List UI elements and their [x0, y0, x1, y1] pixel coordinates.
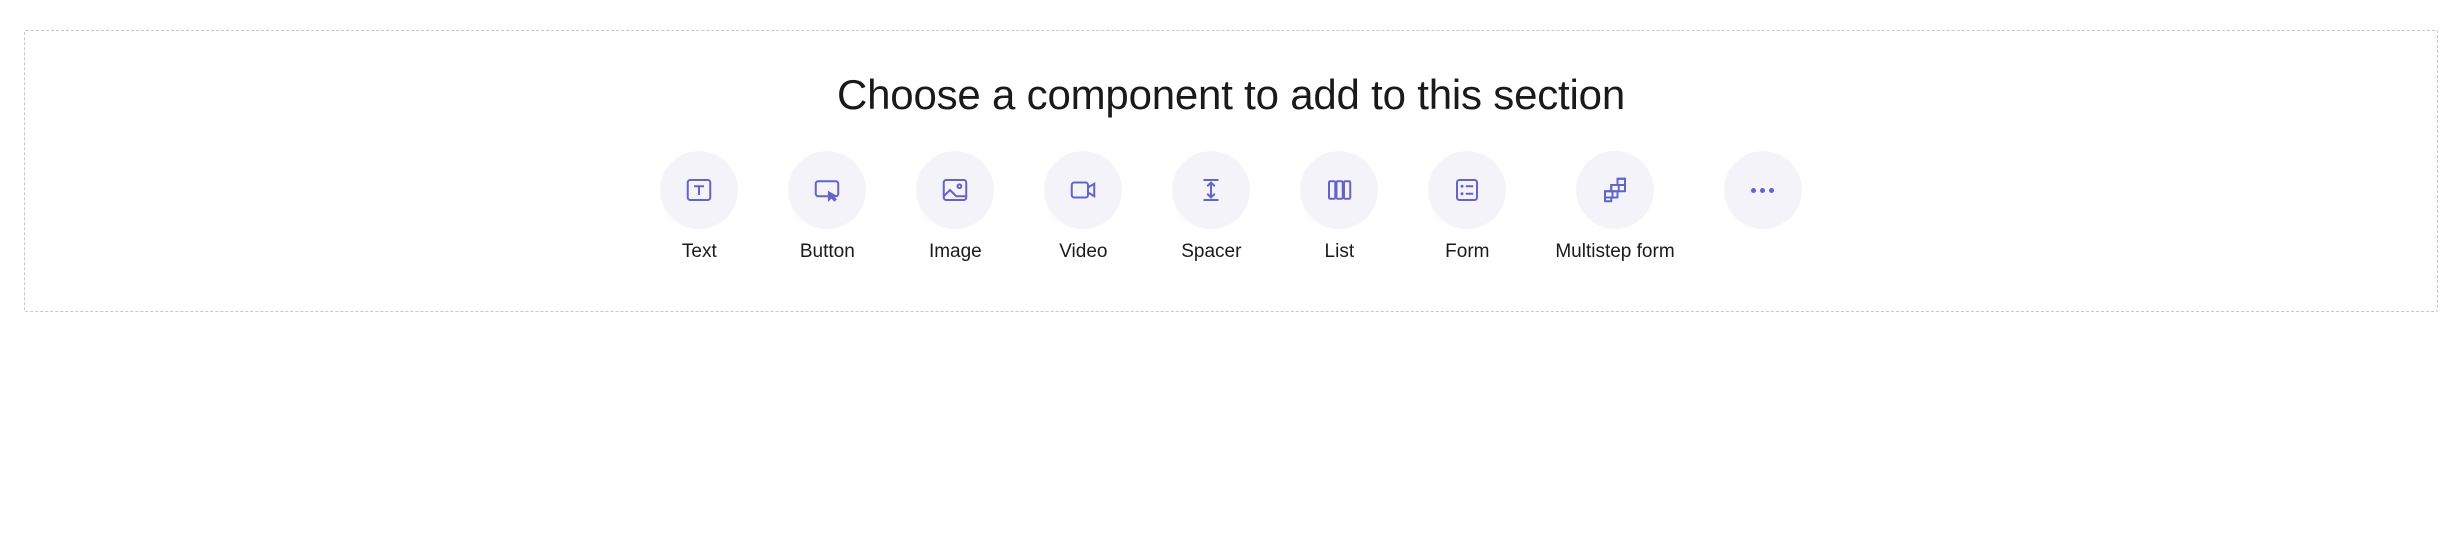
- multistep-form-icon: [1576, 151, 1654, 229]
- component-label: Image: [929, 241, 982, 263]
- component-option-form[interactable]: Form: [1427, 151, 1507, 263]
- button-icon: [788, 151, 866, 229]
- text-icon: [660, 151, 738, 229]
- form-icon: [1428, 151, 1506, 229]
- component-option-image[interactable]: Image: [915, 151, 995, 263]
- component-option-multistep-form[interactable]: Multistep form: [1555, 151, 1674, 263]
- component-label: Video: [1059, 241, 1107, 263]
- component-option-text[interactable]: Text: [659, 151, 739, 263]
- section-dropzone: Choose a component to add to this sectio…: [24, 30, 2438, 312]
- component-label: List: [1325, 241, 1355, 263]
- component-label: Spacer: [1181, 241, 1241, 263]
- spacer-icon: [1172, 151, 1250, 229]
- component-label: Multistep form: [1555, 241, 1674, 263]
- component-label: Button: [800, 241, 855, 263]
- section-heading: Choose a component to add to this sectio…: [837, 71, 1625, 119]
- component-option-list[interactable]: List: [1299, 151, 1379, 263]
- component-label: Form: [1445, 241, 1489, 263]
- component-options-row: Text Button Image: [659, 151, 1802, 263]
- component-option-spacer[interactable]: Spacer: [1171, 151, 1251, 263]
- more-icon: [1724, 151, 1802, 229]
- component-option-button[interactable]: Button: [787, 151, 867, 263]
- list-icon: [1300, 151, 1378, 229]
- image-icon: [916, 151, 994, 229]
- component-option-video[interactable]: Video: [1043, 151, 1123, 263]
- component-option-more[interactable]: [1723, 151, 1803, 229]
- component-label: Text: [682, 241, 717, 263]
- video-icon: [1044, 151, 1122, 229]
